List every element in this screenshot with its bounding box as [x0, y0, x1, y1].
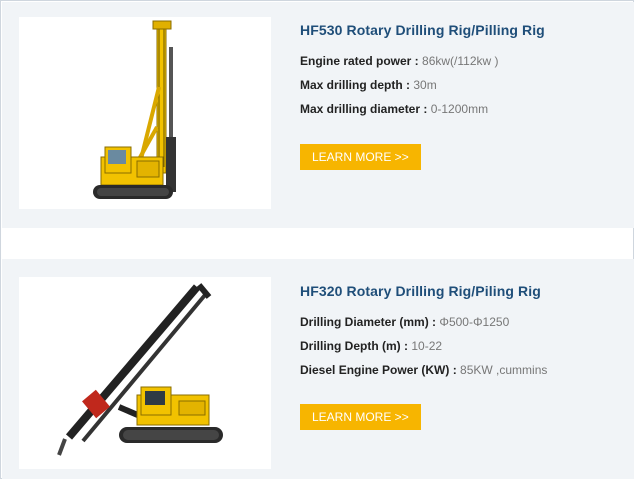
spec-label: Max drilling depth :: [300, 78, 410, 92]
spec-label: Engine rated power :: [300, 54, 419, 68]
spec-value: Φ500-Φ1250: [439, 315, 510, 329]
product-title[interactable]: HF530 Rotary Drilling Rig/Pilling Rig: [300, 20, 622, 40]
spec-label: Drilling Depth (m) :: [300, 339, 408, 353]
spec-label: Max drilling diameter :: [300, 102, 428, 116]
learn-more-button[interactable]: LEARN MORE >>: [300, 144, 421, 170]
spec-list: Engine rated power : 86kw(/112kw ) Max d…: [300, 53, 622, 117]
product-list: HF530 Rotary Drilling Rig/Pilling Rig En…: [0, 0, 634, 479]
product-title[interactable]: HF320 Rotary Drilling Rig/Piling Rig: [300, 281, 622, 301]
learn-more-button[interactable]: LEARN MORE >>: [300, 404, 421, 430]
spec-row: Drilling Diameter (mm) : Φ500-Φ1250: [300, 314, 622, 330]
spec-value: 30m: [413, 78, 437, 92]
spec-value: 0-1200mm: [430, 102, 489, 116]
spec-row: Drilling Depth (m) : 10-22: [300, 338, 622, 354]
product-card: HF320 Rotary Drilling Rig/Piling Rig Dri…: [2, 259, 634, 479]
spec-row: Max drilling diameter : 0-1200mm: [300, 101, 622, 117]
product-image[interactable]: [19, 17, 271, 209]
spec-row: Engine rated power : 86kw(/112kw ): [300, 53, 622, 69]
spec-label: Drilling Diameter (mm) :: [300, 315, 437, 329]
spec-value: 10-22: [411, 339, 443, 353]
drilling-rig-tilted-icon: [57, 283, 223, 456]
spec-label: Diesel Engine Power (KW) :: [300, 363, 457, 377]
spec-value: 85KW ,cummins: [460, 363, 548, 377]
spec-list: Drilling Diameter (mm) : Φ500-Φ1250 Dril…: [300, 314, 622, 378]
drilling-rig-upright-icon: [93, 20, 176, 199]
spec-row: Diesel Engine Power (KW) : 85KW ,cummins: [300, 362, 622, 378]
product-info: HF320 Rotary Drilling Rig/Piling Rig Dri…: [300, 281, 622, 430]
product-image[interactable]: [19, 277, 271, 469]
product-info: HF530 Rotary Drilling Rig/Pilling Rig En…: [300, 20, 622, 170]
product-card: HF530 Rotary Drilling Rig/Pilling Rig En…: [2, 2, 634, 228]
spec-value: 86kw(/112kw ): [422, 54, 499, 68]
spec-row: Max drilling depth : 30m: [300, 77, 622, 93]
